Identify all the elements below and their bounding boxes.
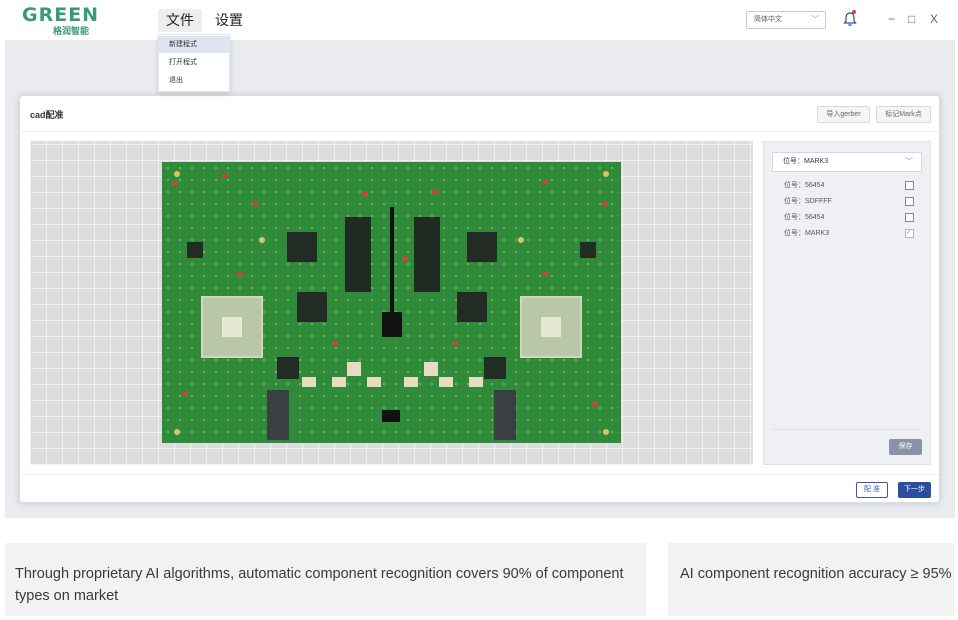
- designator-checkbox[interactable]: [905, 213, 914, 222]
- logo: GREEN 格润智能: [22, 4, 102, 36]
- notification-dot: [852, 10, 856, 14]
- logo-text: GREEN: [22, 4, 100, 26]
- designator-select-value: 位号：MARK3: [783, 158, 829, 165]
- pcb-image: [162, 162, 621, 443]
- language-select-value: 简体中文: [754, 16, 782, 23]
- align-button[interactable]: 配 准: [856, 482, 888, 498]
- logo-subtitle: 格润智能: [53, 26, 90, 36]
- card-title: cad配准: [30, 110, 64, 120]
- designator-label: 位号：MARK3: [784, 230, 830, 237]
- designator-select[interactable]: 位号：MARK3 ﹀: [772, 152, 922, 172]
- designator-item[interactable]: 位号：SDFFFF: [784, 196, 914, 208]
- import-gerber-button[interactable]: 导入gerber: [817, 106, 870, 123]
- mark-point-button[interactable]: 标记Mark点: [876, 106, 931, 123]
- designator-checkbox-checked[interactable]: [905, 228, 914, 238]
- designator-item[interactable]: 位号：56454: [784, 212, 914, 224]
- designator-checkbox[interactable]: [905, 181, 914, 190]
- menu-settings[interactable]: 设置: [210, 9, 248, 32]
- divider: [772, 429, 922, 430]
- next-step-button[interactable]: 下一步: [898, 482, 931, 498]
- cad-canvas[interactable]: [30, 141, 753, 465]
- menu-item-open-program[interactable]: 打开程式: [159, 54, 229, 71]
- divider: [20, 131, 939, 132]
- close-button[interactable]: X: [930, 12, 938, 26]
- designator-checkbox[interactable]: [905, 197, 914, 206]
- file-menu-dropdown: 新建程式 打开程式 退出: [158, 34, 230, 92]
- menu-item-exit[interactable]: 退出: [159, 72, 229, 89]
- chevron-down-icon: ﹀: [811, 15, 819, 24]
- designator-panel: 位号：MARK3 ﹀ 位号：56454 位号：SDFFFF 位号：56454 位…: [763, 141, 931, 465]
- menu-file[interactable]: 文件: [158, 9, 202, 32]
- designator-label: 位号：56454: [784, 214, 825, 221]
- caption-left: Through proprietary AI algorithms, autom…: [5, 543, 646, 616]
- minimize-button[interactable]: −: [888, 12, 895, 26]
- language-select[interactable]: 简体中文 ﹀: [746, 11, 826, 29]
- designator-label: 位号：56454: [784, 182, 825, 189]
- designator-label: 位号：SDFFFF: [784, 198, 832, 205]
- chevron-down-icon: ﹀: [905, 157, 913, 166]
- app-window: GREEN 格润智能 文件 设置 简体中文 ﹀ − □ X 新建程式 打开程式 …: [0, 0, 958, 620]
- designator-item[interactable]: 位号：56454: [784, 180, 914, 192]
- caption-right: AI component recognition accuracy ≥ 95%: [668, 543, 955, 616]
- divider: [20, 474, 939, 475]
- save-button[interactable]: 保存: [889, 439, 922, 455]
- top-bar: GREEN 格润智能 文件 设置 简体中文 ﹀ − □ X: [0, 0, 958, 40]
- menu-item-new-program[interactable]: 新建程式: [159, 36, 229, 53]
- cad-align-card: cad配准 导入gerber 标记Mark点 位号：MARK3 ﹀ 位号：564…: [19, 95, 940, 503]
- designator-item[interactable]: 位号：MARK3: [784, 228, 914, 240]
- maximize-button[interactable]: □: [908, 12, 915, 26]
